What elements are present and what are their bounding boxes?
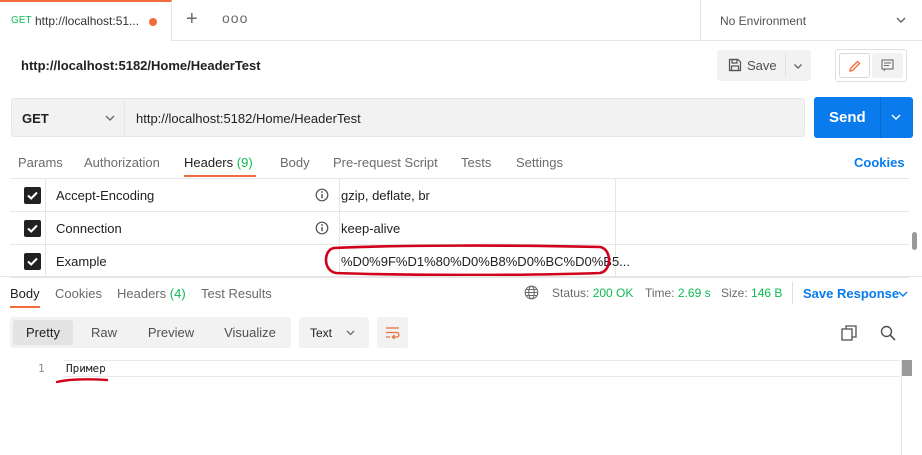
response-tab-test-results[interactable]: Test Results [201,286,272,301]
table-row: Accept-Encoding gzip, deflate, br [10,179,909,212]
size-label: Size: [721,286,748,300]
time-indicator[interactable]: Time: 2.69 s [645,286,711,300]
divider [880,97,881,138]
save-icon [728,58,742,72]
response-tab-body[interactable]: Body [10,286,40,301]
response-tab-headers[interactable]: Headers (4) [117,286,186,301]
new-tab-plus-icon[interactable]: + [186,7,198,31]
response-body-text[interactable]: Пример [66,362,106,375]
text-type-select[interactable]: Text [299,317,369,348]
current-line-highlight [64,360,900,377]
tab-title: http://localhost:51... [35,14,140,28]
more-tabs-icon[interactable]: ooo [222,10,248,26]
info-icon[interactable] [315,188,329,202]
environment-label: No Environment [720,14,807,28]
save-label: Save [747,58,777,73]
chevron-down-icon [346,330,355,336]
checkbox-cell [10,245,46,277]
send-label: Send [829,109,866,126]
tab-headers-label: Headers [184,155,234,170]
scrollbar-thumb[interactable] [912,232,917,250]
size-indicator[interactable]: Size: 146 B [721,286,782,300]
checkbox-checked-icon[interactable] [24,187,41,204]
url-input[interactable] [136,108,776,128]
save-response-button[interactable]: Save Response [803,286,899,301]
method-select[interactable]: GET [11,98,125,137]
raw-button[interactable]: Raw [76,320,132,345]
method-label: GET [22,111,49,126]
request-title[interactable]: http://localhost:5182/Home/HeaderTest [21,58,261,73]
request-tab[interactable]: GET http://localhost:51... [0,0,172,41]
divider [0,276,922,277]
header-key[interactable]: Example [56,254,107,269]
chevron-down-icon [105,115,115,121]
highlight-ellipse-annotation [324,244,611,277]
view-mode-toggle [835,49,907,82]
tab-headers-count: (9) [236,155,253,170]
time-label: Time: [645,286,675,300]
pencil-icon [849,60,861,72]
save-button[interactable]: Save [717,50,785,81]
checkbox-checked-icon[interactable] [24,253,41,270]
tab-settings[interactable]: Settings [516,155,563,170]
header-key[interactable]: Accept-Encoding [56,188,154,203]
line-number: 1 [38,362,45,375]
active-tab-indicator [184,175,256,177]
active-tab-indicator [10,306,40,308]
response-headers-count: (4) [169,286,186,301]
environment-selector[interactable]: No Environment [700,0,922,41]
wrap-lines-icon [386,327,400,340]
size-value: 146 B [751,286,783,300]
wrap-lines-button[interactable] [377,317,408,348]
scrollbar-thumb[interactable] [902,360,912,376]
unsaved-dot-icon [149,18,157,26]
format-toggle-group: Pretty Raw Preview Visualize [10,317,291,348]
tab-authorization[interactable]: Authorization [84,155,160,170]
tab-params[interactable]: Params [18,155,63,170]
documentation-button[interactable] [872,53,903,78]
search-icon[interactable] [879,324,897,342]
chevron-down-icon[interactable] [897,288,909,300]
send-options-chevron-icon[interactable] [890,111,902,123]
url-bar [125,98,805,137]
divider [785,54,786,77]
response-tab-cookies[interactable]: Cookies [55,286,102,301]
text-type-label: Text [310,326,333,340]
edit-mode-button[interactable] [839,53,870,78]
tab-method-label: GET [11,15,32,26]
document-icon [881,59,894,72]
header-value[interactable]: gzip, deflate, br [341,188,430,203]
copy-icon[interactable] [840,324,858,342]
chevron-down-icon [896,17,906,24]
checkbox-cell [10,179,46,211]
cookies-link[interactable]: Cookies [854,155,905,170]
checkbox-cell [10,212,46,244]
status-value: 200 OK [592,286,634,300]
save-options-chevron-icon[interactable] [792,60,804,72]
checkbox-checked-icon[interactable] [24,220,41,237]
time-value: 2.69 s [677,286,711,300]
header-value[interactable]: keep-alive [341,221,400,236]
info-icon[interactable] [315,221,329,235]
status-indicator[interactable]: Status: 200 OK [552,286,633,300]
tab-headers[interactable]: Headers (9) [184,155,253,170]
header-key[interactable]: Connection [56,221,122,236]
visualize-button[interactable]: Visualize [210,320,290,345]
divider [792,282,793,304]
send-button[interactable]: Send [814,97,913,138]
response-tab-headers-label: Headers [117,286,167,301]
pretty-button[interactable]: Pretty [13,320,73,345]
tab-body[interactable]: Body [280,155,310,170]
tab-prerequest-script[interactable]: Pre-request Script [333,155,438,170]
save-button-group: Save [717,50,811,81]
status-label: Status: [552,286,590,300]
preview-button[interactable]: Preview [136,320,206,345]
underline-annotation [55,378,109,384]
tab-tests[interactable]: Tests [461,155,491,170]
globe-icon[interactable] [524,285,539,300]
